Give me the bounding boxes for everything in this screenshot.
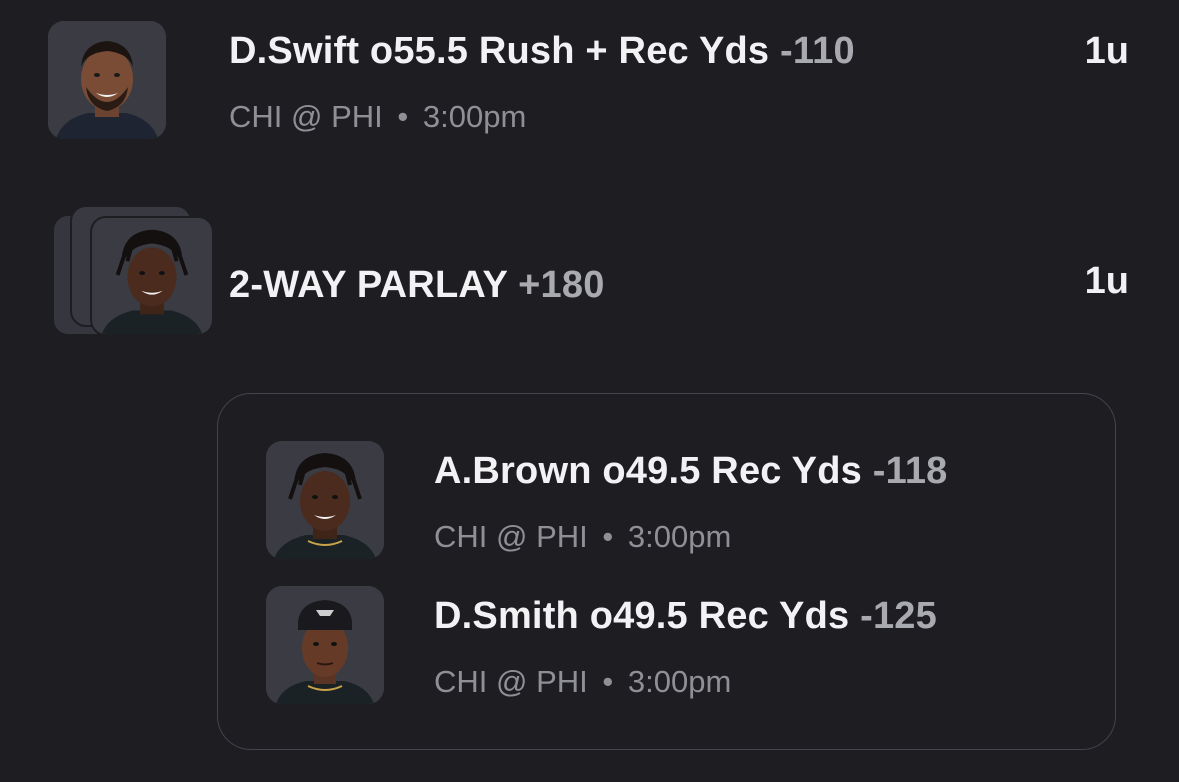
- parlay-avatar-front: [90, 216, 214, 336]
- leg-title-text: A.Brown o49.5 Rec Yds: [434, 450, 862, 492]
- leg-title-text: D.Smith o49.5 Rec Yds: [434, 595, 850, 637]
- parlay-title: 2-WAY PARLAY +180: [229, 264, 605, 307]
- leg-subtitle: CHI @ PHI • 3:00pm: [434, 664, 731, 700]
- matchup-text: CHI @ PHI: [229, 99, 383, 134]
- bet-subtitle: CHI @ PHI • 3:00pm: [229, 99, 526, 135]
- dot-separator: •: [602, 664, 614, 699]
- game-time: 3:00pm: [422, 99, 527, 134]
- player-avatar: [266, 441, 384, 559]
- player-avatar: [266, 586, 384, 704]
- leg-title: A.Brown o49.5 Rec Yds -118: [434, 450, 948, 493]
- parlay-units: 1u: [1084, 260, 1129, 302]
- matchup-text: CHI @ PHI: [434, 519, 588, 554]
- player-headshot-icon: [266, 441, 384, 559]
- parlay-title-text: 2-WAY PARLAY: [229, 264, 508, 306]
- player-headshot-icon: [94, 218, 210, 334]
- player-avatar: [48, 21, 166, 139]
- leg-title: D.Smith o49.5 Rec Yds -125: [434, 595, 937, 638]
- leg-odds: -118: [872, 450, 948, 492]
- parlay-odds: +180: [518, 264, 605, 306]
- bet-units: 1u: [1084, 30, 1129, 72]
- game-time: 3:00pm: [627, 519, 732, 554]
- matchup-text: CHI @ PHI: [434, 664, 588, 699]
- bet-title: D.Swift o55.5 Rush + Rec Yds -110: [229, 30, 855, 73]
- dot-separator: •: [602, 519, 614, 554]
- leg-subtitle: CHI @ PHI • 3:00pm: [434, 519, 731, 555]
- player-headshot-icon: [266, 586, 384, 704]
- leg-odds: -125: [860, 595, 937, 637]
- game-time: 3:00pm: [627, 664, 732, 699]
- player-headshot-icon: [48, 21, 166, 139]
- bet-odds: -110: [780, 30, 855, 72]
- dot-separator: •: [397, 99, 409, 134]
- bet-title-text: D.Swift o55.5 Rush + Rec Yds: [229, 30, 770, 72]
